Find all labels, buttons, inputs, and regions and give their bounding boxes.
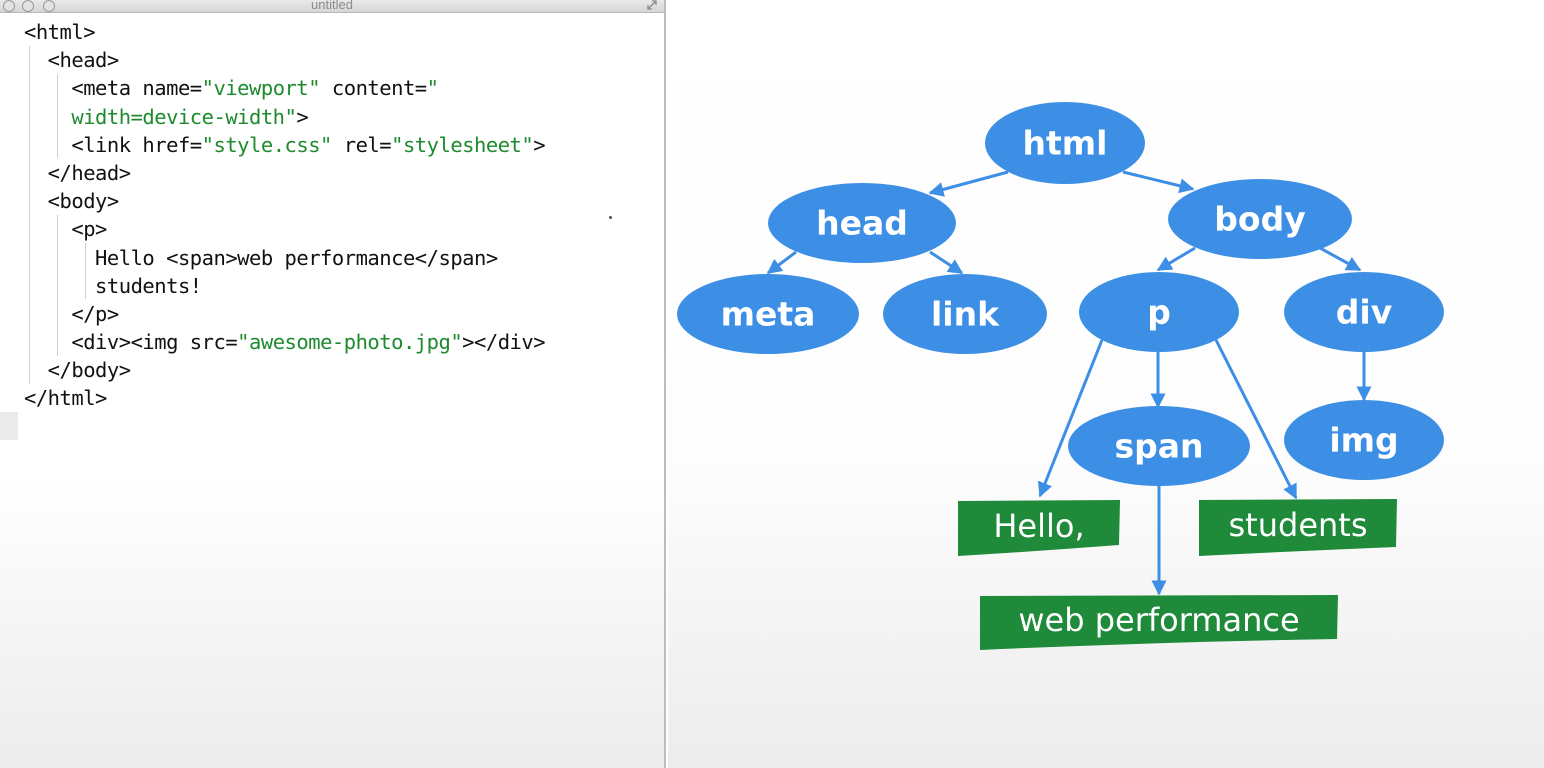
node-label-div: div (1336, 293, 1393, 332)
window-title: untitled (311, 0, 353, 12)
fullscreen-icon[interactable] (646, 0, 658, 11)
code-token: </body> (24, 358, 131, 383)
code-token: <p> (24, 217, 107, 242)
node-label-meta: meta (721, 295, 816, 334)
screen: untitled <html> <head> <meta name="viewp… (0, 0, 1544, 768)
edge-body-p (1156, 246, 1196, 272)
tree-node-meta: meta (677, 274, 859, 354)
code-token: </head> (24, 160, 131, 185)
tree-node-div: div (1284, 272, 1444, 352)
node-label-html: html (1023, 124, 1108, 163)
edge-body-div (1319, 246, 1362, 272)
text-node-students: students (1199, 499, 1397, 556)
text-node-label-hello: Hello, (993, 507, 1084, 545)
text-node-label-web-performance: web performance (1018, 601, 1299, 639)
code-attribute-value: "viewport" (201, 76, 321, 101)
edge-html-head (928, 170, 1009, 197)
code-line: <div><img src="awesome-photo.jpg"></div> (24, 328, 545, 356)
code-token: students! (24, 273, 202, 298)
code-line: <head> (24, 46, 545, 74)
code-token: content= (320, 76, 427, 101)
code-token: <head> (24, 48, 120, 73)
tree-node-head: head (768, 183, 956, 263)
code-token: </p> (24, 301, 119, 326)
dom-tree-diagram: html head body meta link p div span img … (668, 0, 1544, 768)
code-token: <meta name= (24, 76, 202, 101)
current-line-marker (0, 412, 18, 440)
code-line: students! (24, 272, 545, 300)
code-line: </body> (24, 356, 545, 384)
tree-node-span: span (1068, 406, 1250, 486)
code-line: <p> (24, 215, 545, 243)
window-titlebar: untitled (0, 0, 664, 13)
text-node-web-performance: web performance (980, 595, 1338, 650)
text-node-hello: Hello, (958, 500, 1120, 556)
edge-head-meta (766, 250, 797, 275)
code-token: > (296, 104, 309, 129)
code-line: <link href="style.css" rel="stylesheet"> (24, 131, 545, 159)
node-label-head: head (816, 204, 908, 243)
code-token: ></div> (462, 330, 546, 355)
tree-node-html: html (985, 102, 1145, 184)
tree-node-link: link (883, 274, 1047, 354)
text-node-label-students: students (1229, 506, 1368, 544)
node-label-link: link (931, 295, 1000, 334)
code-attribute-value: "awesome-photo.jpg" (237, 330, 463, 355)
code-token: <html> (24, 20, 96, 44)
code-attribute-value: "style.css" (201, 132, 333, 157)
code-token: rel= (331, 132, 392, 157)
code-line: </html> (24, 384, 545, 412)
node-label-img: img (1329, 421, 1398, 460)
code-line: <html> (24, 18, 545, 46)
tree-node-p: p (1079, 272, 1239, 352)
code-attribute-value: " (426, 76, 439, 101)
code-token: </html> (24, 386, 107, 411)
edge-html-body (1122, 170, 1195, 194)
code-line: <body> (24, 187, 545, 215)
code-token: > (533, 132, 546, 157)
node-label-p: p (1147, 293, 1171, 332)
code-token: <link href= (24, 132, 202, 157)
code-token: <div><img src= (24, 330, 238, 355)
code-attribute-value: "stylesheet" (391, 132, 534, 157)
tree-node-img: img (1284, 400, 1444, 480)
code-token: <body> (24, 189, 120, 214)
code-editor-window: untitled <html> <head> <meta name="viewp… (0, 0, 666, 768)
dom-tree-canvas: html head body meta link p div span img … (677, 102, 1444, 650)
code-text-area[interactable]: <html> <head> <meta name="viewport" cont… (24, 18, 546, 413)
code-attribute-value: width=device-width" (24, 104, 297, 129)
code-line: Hello <span>web performance</span> (24, 244, 545, 272)
code-line: <meta name="viewport" content=" (24, 74, 545, 102)
edge-head-link (929, 250, 964, 275)
edge-p-students (1214, 339, 1298, 500)
code-line: </p> (24, 300, 545, 328)
tree-node-body: body (1168, 179, 1352, 259)
stray-mark (609, 216, 612, 219)
code-token: Hello <span>web performance</span> (24, 245, 498, 270)
code-line: width=device-width"> (24, 103, 545, 131)
node-label-body: body (1214, 200, 1305, 239)
code-line: </head> (24, 159, 545, 187)
node-label-span: span (1114, 427, 1203, 466)
